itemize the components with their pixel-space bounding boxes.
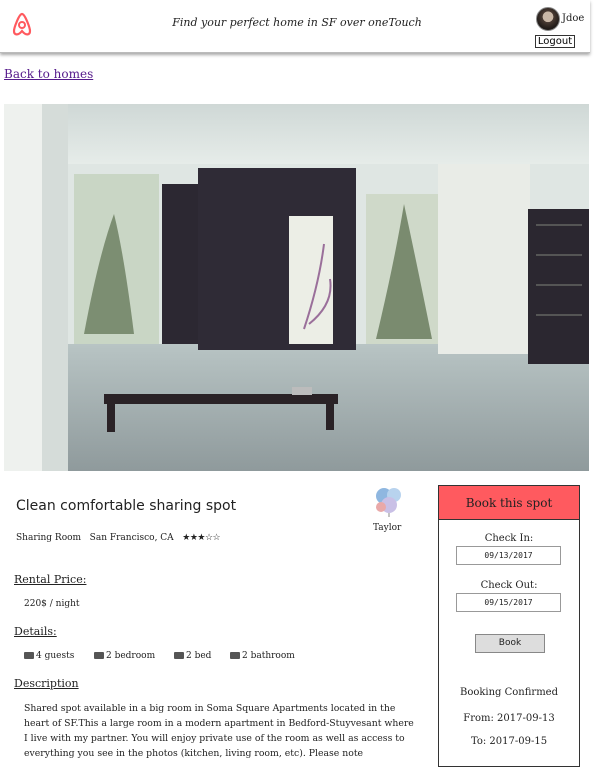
booking-from-text: From: 2017-09-13 — [463, 713, 555, 724]
back-to-homes-link[interactable]: Back to homes — [4, 67, 93, 81]
booking-confirmed-text: Booking Confirmed — [459, 687, 559, 698]
amenity-bed: 2 bed — [174, 651, 211, 661]
bed-icon — [174, 652, 184, 659]
description-heading: Description — [14, 677, 79, 690]
amenity-bedroom: 2 bedroom — [94, 651, 155, 661]
user-avatar[interactable] — [536, 7, 560, 31]
book-button[interactable]: Book — [475, 634, 545, 653]
listing-meta: Sharing Room San Francisco, CA ★★★☆☆ — [16, 533, 221, 543]
host-avatar-icon[interactable] — [372, 484, 406, 518]
amenity-bathroom: 2 bathroom — [230, 651, 295, 661]
checkin-input[interactable]: 09/13/2017 — [456, 546, 561, 565]
checkout-label: Check Out: — [480, 580, 538, 591]
star-rating: ★★★☆☆ — [182, 533, 221, 543]
logout-button[interactable]: Logout — [535, 35, 575, 48]
bedroom-icon — [94, 652, 104, 659]
username: Jdoe — [562, 13, 585, 24]
listing-photo — [4, 104, 589, 471]
listing-title: Clean comfortable sharing spot — [16, 498, 237, 514]
checkin-label: Check In: — [484, 533, 534, 544]
room-type: Sharing Room — [16, 533, 82, 543]
top-header: Find your perfect home in SF over oneTou… — [0, 0, 590, 53]
rental-price-heading: Rental Price: — [14, 573, 87, 586]
description-text: Shared spot available in a big room in S… — [24, 703, 414, 759]
host-name: Taylor — [373, 523, 402, 533]
details-heading: Details: — [14, 625, 57, 638]
guests-icon — [24, 652, 34, 659]
listing-location: San Francisco, CA — [89, 533, 174, 543]
amenity-guests: 4 guests — [24, 651, 74, 661]
header-tagline: Find your perfect home in SF over oneTou… — [172, 16, 422, 29]
booking-panel: Book this spot Check In: 09/13/2017 Chec… — [438, 485, 580, 767]
booking-to-text: To: 2017-09-15 — [470, 736, 548, 747]
checkout-input[interactable]: 09/15/2017 — [456, 593, 561, 612]
price-text: 220$ / night — [24, 599, 80, 609]
booking-heading: Book this spot — [439, 486, 579, 520]
bathroom-icon — [230, 652, 240, 659]
